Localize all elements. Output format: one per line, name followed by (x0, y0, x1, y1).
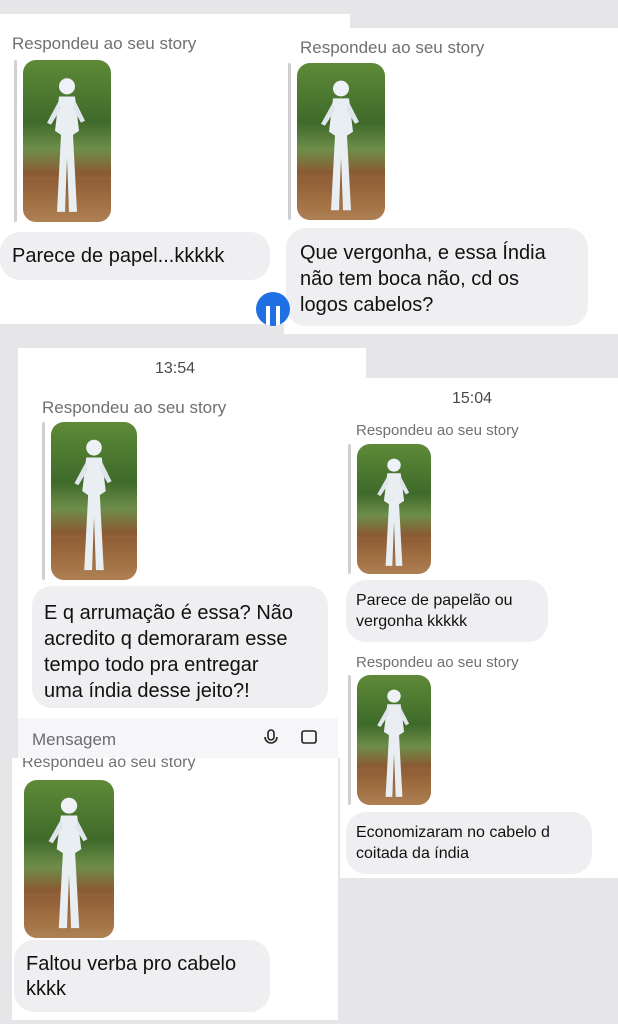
story-preview[interactable] (24, 780, 114, 938)
chat-card-3-body: Respondeu ao seu story E q arrumação é e… (18, 380, 338, 718)
timestamp: 15:04 (452, 390, 493, 407)
story-reply-label: Respondeu ao seu story (356, 654, 519, 671)
story-preview[interactable] (348, 444, 431, 574)
story-preview[interactable] (288, 63, 385, 220)
avatar-glyph (266, 306, 270, 326)
message-bubble[interactable]: Que vergonha, e essa Índia não tem boca … (286, 228, 588, 326)
message-bubble[interactable]: Economizaram no cabelo d coitada da índi… (346, 812, 592, 874)
story-preview[interactable] (348, 675, 431, 805)
story-thumbnail-icon[interactable] (23, 60, 111, 222)
story-reply-label: Respondeu ao seu story (42, 398, 227, 417)
message-bubble[interactable]: Parece de papel...kkkkk (0, 232, 270, 280)
chat-card-5: Respondeu ao seu story Faltou verba pro … (12, 758, 338, 1020)
story-thumbnail-icon[interactable] (24, 780, 114, 938)
story-thumbnail-icon[interactable] (297, 63, 385, 220)
microphone-icon[interactable] (262, 728, 280, 746)
avatar[interactable] (256, 292, 290, 326)
gallery-icon[interactable] (300, 728, 318, 746)
story-reply-label: Respondeu ao seu story (300, 38, 485, 57)
story-reply-line (288, 63, 291, 220)
story-reply-line (14, 60, 17, 222)
story-reply-label: Respondeu ao seu story (12, 34, 197, 53)
story-reply-label: Respondeu ao seu story (356, 422, 519, 439)
story-preview[interactable] (14, 60, 111, 222)
chat-card-2: Respondeu ao seu story Que vergonha, e e… (284, 28, 618, 334)
story-reply-label: Respondeu ao seu story (22, 758, 196, 771)
message-input[interactable]: Mensagem (32, 730, 116, 750)
message-bubble[interactable]: Faltou verba pro cabelo kkkk (14, 940, 270, 1012)
message-bubble[interactable]: E q arrumação é essa? Não acredito q dem… (32, 586, 328, 708)
story-reply-line (348, 444, 351, 574)
story-thumbnail-icon[interactable] (357, 444, 431, 574)
chat-card-4: 15:04 Respondeu ao seu story Parece de p… (340, 378, 618, 878)
story-thumbnail-icon[interactable] (51, 422, 137, 580)
avatar-glyph (276, 306, 280, 326)
story-reply-line (42, 422, 45, 580)
story-reply-line (348, 675, 351, 805)
story-thumbnail-icon[interactable] (357, 675, 431, 805)
story-preview[interactable] (42, 422, 137, 580)
message-bubble[interactable]: Parece de papelão ou vergonha kkkkk (346, 580, 548, 642)
message-composer[interactable]: Mensagem (18, 718, 338, 758)
timestamp: 13:54 (155, 360, 196, 377)
